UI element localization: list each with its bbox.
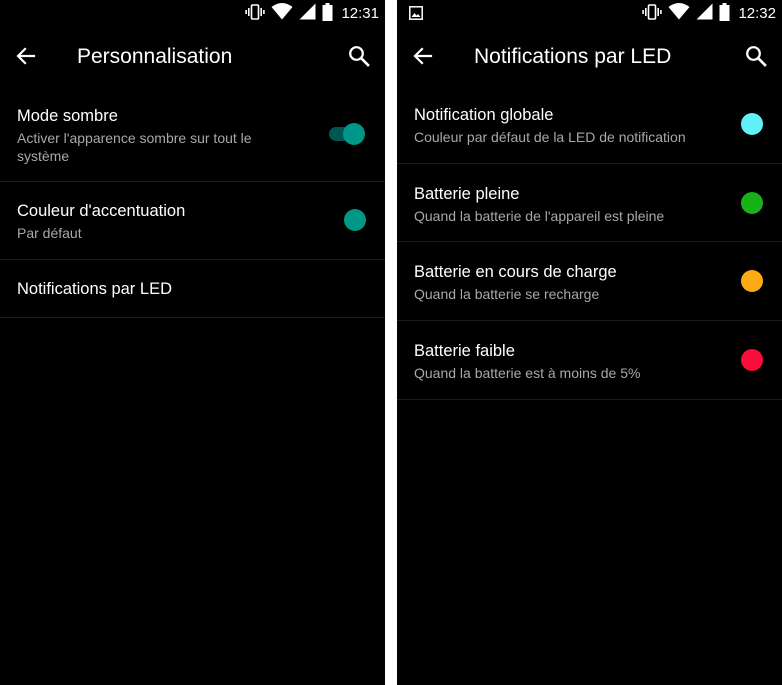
- search-icon: [746, 46, 767, 67]
- setting-summary: Activer l'apparence sombre sur tout le s…: [17, 130, 252, 164]
- vibrate-icon: [642, 3, 663, 26]
- arrow-back-icon: [413, 47, 433, 65]
- led-color-dot: [741, 349, 763, 371]
- page-title: Personnalisation: [77, 45, 233, 68]
- page-title: Notifications par LED: [474, 45, 672, 68]
- setting-batterie-en-charge[interactable]: Batterie en cours de charge Quand la bat…: [397, 242, 782, 321]
- setting-title: Batterie faible: [414, 342, 515, 360]
- setting-title: Batterie en cours de charge: [414, 263, 617, 281]
- setting-title: Notifications par LED: [17, 280, 172, 298]
- status-bar: 12:32: [397, 0, 782, 28]
- setting-title: Mode sombre: [17, 107, 118, 125]
- setting-summary: Quand la batterie se recharge: [414, 286, 600, 302]
- personnalisation-screen: 12:31 Personnalisation Mode sombre Activ…: [0, 0, 385, 685]
- setting-notification-globale[interactable]: Notification globale Couleur par défaut …: [397, 84, 782, 164]
- accent-color-dot: [344, 209, 366, 231]
- led-settings-list: Notification globale Couleur par défaut …: [397, 84, 782, 400]
- app-bar: Notifications par LED: [397, 28, 782, 84]
- notifications-led-screen: 12:32 Notifications par LED Notification…: [397, 0, 782, 685]
- status-time: 12:32: [738, 5, 776, 22]
- toggle-thumb: [343, 123, 365, 145]
- setting-title: Batterie pleine: [414, 185, 520, 203]
- app-bar: Personnalisation: [0, 28, 385, 84]
- led-color-dot: [741, 270, 763, 292]
- search-icon: [349, 46, 370, 67]
- image-notification-icon: [409, 6, 423, 25]
- led-color-dot: [741, 113, 763, 135]
- battery-icon: [322, 2, 333, 26]
- search-button[interactable]: [347, 44, 371, 68]
- vibrate-icon: [245, 3, 266, 26]
- signal-icon: [299, 3, 316, 25]
- setting-batterie-pleine[interactable]: Batterie pleine Quand la batterie de l'a…: [397, 164, 782, 242]
- dark-mode-toggle[interactable]: [327, 121, 367, 145]
- status-bar: 12:31: [0, 0, 385, 28]
- status-time: 12:31: [341, 5, 379, 22]
- arrow-back-icon: [16, 47, 36, 65]
- status-icons: 12:31: [239, 2, 379, 26]
- led-color-dot: [741, 192, 763, 214]
- back-button[interactable]: [411, 44, 435, 68]
- setting-title: Couleur d'accentuation: [17, 202, 186, 220]
- setting-batterie-faible[interactable]: Batterie faible Quand la batterie est à …: [397, 321, 782, 400]
- status-icons: 12:32: [636, 2, 776, 26]
- setting-couleur-accentuation[interactable]: Couleur d'accentuation Par défaut: [0, 182, 385, 260]
- setting-summary: Quand la batterie de l'appareil est plei…: [414, 208, 665, 224]
- battery-icon: [719, 2, 730, 26]
- back-button[interactable]: [14, 44, 38, 68]
- search-button[interactable]: [744, 44, 768, 68]
- setting-summary: Couleur par défaut de la LED de notifica…: [414, 129, 686, 145]
- setting-summary: Par défaut: [17, 225, 82, 241]
- wifi-icon: [271, 3, 293, 25]
- settings-list: Mode sombre Activer l'apparence sombre s…: [0, 84, 385, 318]
- setting-mode-sombre[interactable]: Mode sombre Activer l'apparence sombre s…: [0, 84, 385, 182]
- setting-summary: Quand la batterie est à moins de 5%: [414, 365, 641, 381]
- signal-icon: [696, 3, 713, 25]
- wifi-icon: [668, 3, 690, 25]
- setting-notifications-led[interactable]: Notifications par LED: [0, 260, 385, 318]
- setting-title: Notification globale: [414, 106, 554, 124]
